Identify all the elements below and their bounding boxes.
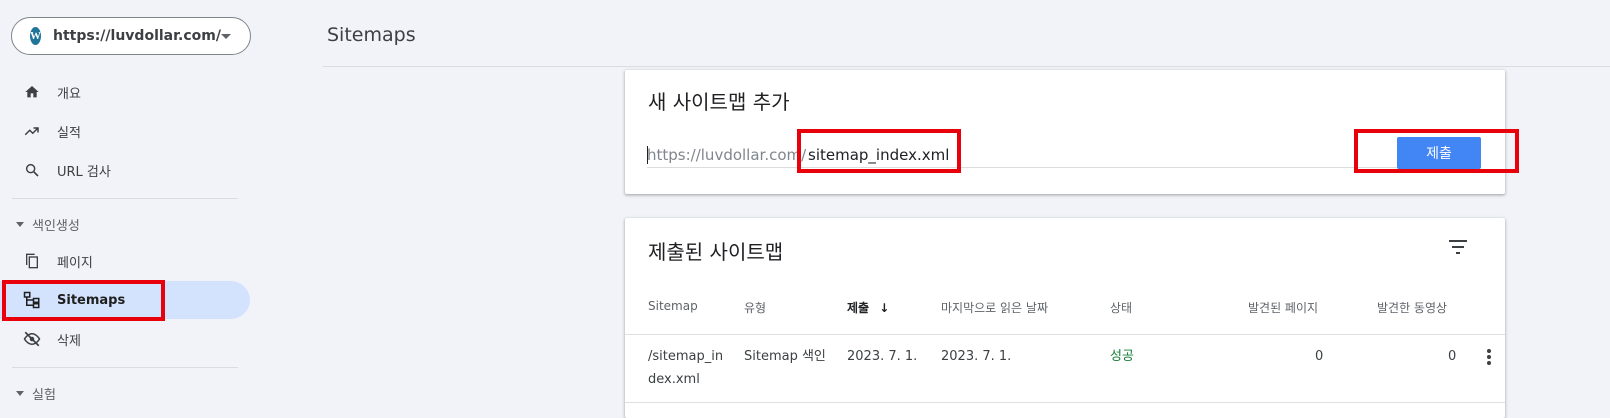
sidebar-item-label: 개요 [57,86,81,102]
header-divider [323,66,1610,67]
cell-submitted: 2023. 7. 1. [847,349,918,364]
url-prefix: https://luvdollar.com/ [647,146,807,164]
dropdown-caret-icon [220,33,231,39]
property-url: https://luvdollar.com/ [53,28,221,44]
collapse-triangle-icon [16,222,24,227]
sidebar-item-label: Sitemaps [57,292,126,308]
submitted-sitemaps-title: 제출된 사이트맵 [648,240,784,264]
column-header-type[interactable]: 유형 [744,299,766,316]
cell-status: 성공 [1110,349,1134,364]
table-divider [625,402,1505,403]
wordpress-logo-icon: W [30,27,41,45]
sidebar-item-overview[interactable]: 개요 [0,73,250,111]
sidebar-section-indexing[interactable]: 색인생성 [16,215,80,234]
column-header-label: 제출 [847,301,870,315]
cell-sitemap-line: /sitemap_in [648,349,724,364]
cell-type: Sitemap 색인 [744,349,826,364]
submit-button[interactable]: 제출 [1397,137,1481,169]
sidebar-item-label: 실적 [57,125,81,141]
sidebar-divider [12,367,238,368]
sidebar-item-pages[interactable]: 페이지 [0,242,250,280]
more-options-icon[interactable] [1487,349,1491,367]
cell-pages: 0 [1315,349,1324,364]
section-label: 실험 [32,388,56,403]
sidebar-item-sitemaps[interactable]: Sitemaps [0,281,250,319]
table-divider [625,334,1505,335]
sitemap-icon [22,290,42,310]
column-header-submitted[interactable]: 제출 ↓ [847,299,889,316]
trending-up-icon [22,121,42,141]
column-header-last-read[interactable]: 마지막으로 읽은 날짜 [941,299,1048,316]
sitemap-url-input[interactable] [808,146,968,164]
add-sitemap-title: 새 사이트맵 추가 [648,90,790,114]
column-header-pages[interactable]: 발견된 페이지 [1248,299,1318,316]
pages-icon [22,251,42,271]
submitted-sitemaps-card: 제출된 사이트맵 Sitemap 유형 제출 ↓ 마지막으로 읽은 날짜 상태 … [625,218,1505,418]
sidebar-item-removals[interactable]: 삭제 [0,320,250,358]
sidebar: W https://luvdollar.com/ 개요 실적 URL 검사 색인… [0,0,258,418]
search-icon [22,160,42,180]
sidebar-item-label: URL 검사 [57,164,111,180]
section-label: 색인생성 [32,219,80,234]
sort-arrow-icon: ↓ [879,301,890,315]
sidebar-item-performance[interactable]: 실적 [0,112,250,150]
cell-videos: 0 [1448,349,1457,364]
page-title: Sitemaps [327,24,416,46]
filter-icon[interactable] [1449,239,1467,258]
input-underline [647,167,1399,168]
sidebar-section-experiment[interactable]: 실험 [16,384,56,403]
property-selector[interactable]: W https://luvdollar.com/ [11,17,251,55]
sidebar-item-url-inspection[interactable]: URL 검사 [0,151,250,189]
sidebar-item-label: 페이지 [57,255,93,271]
add-sitemap-card: 새 사이트맵 추가 https://luvdollar.com/ 제출 [625,70,1505,194]
cell-sitemap-line: dex.xml [648,372,700,387]
sidebar-divider [12,198,238,199]
home-icon [22,82,42,102]
visibility-off-icon [22,329,42,349]
column-header-sitemap[interactable]: Sitemap [648,299,698,313]
column-header-videos[interactable]: 발견한 동영상 [1377,299,1447,316]
sidebar-item-label: 삭제 [57,333,81,349]
column-header-status[interactable]: 상태 [1110,299,1132,316]
cell-sitemap: /sitemap_in dex.xml [648,345,723,391]
cell-last-read: 2023. 7. 1. [941,349,1012,364]
collapse-triangle-icon [16,391,24,396]
